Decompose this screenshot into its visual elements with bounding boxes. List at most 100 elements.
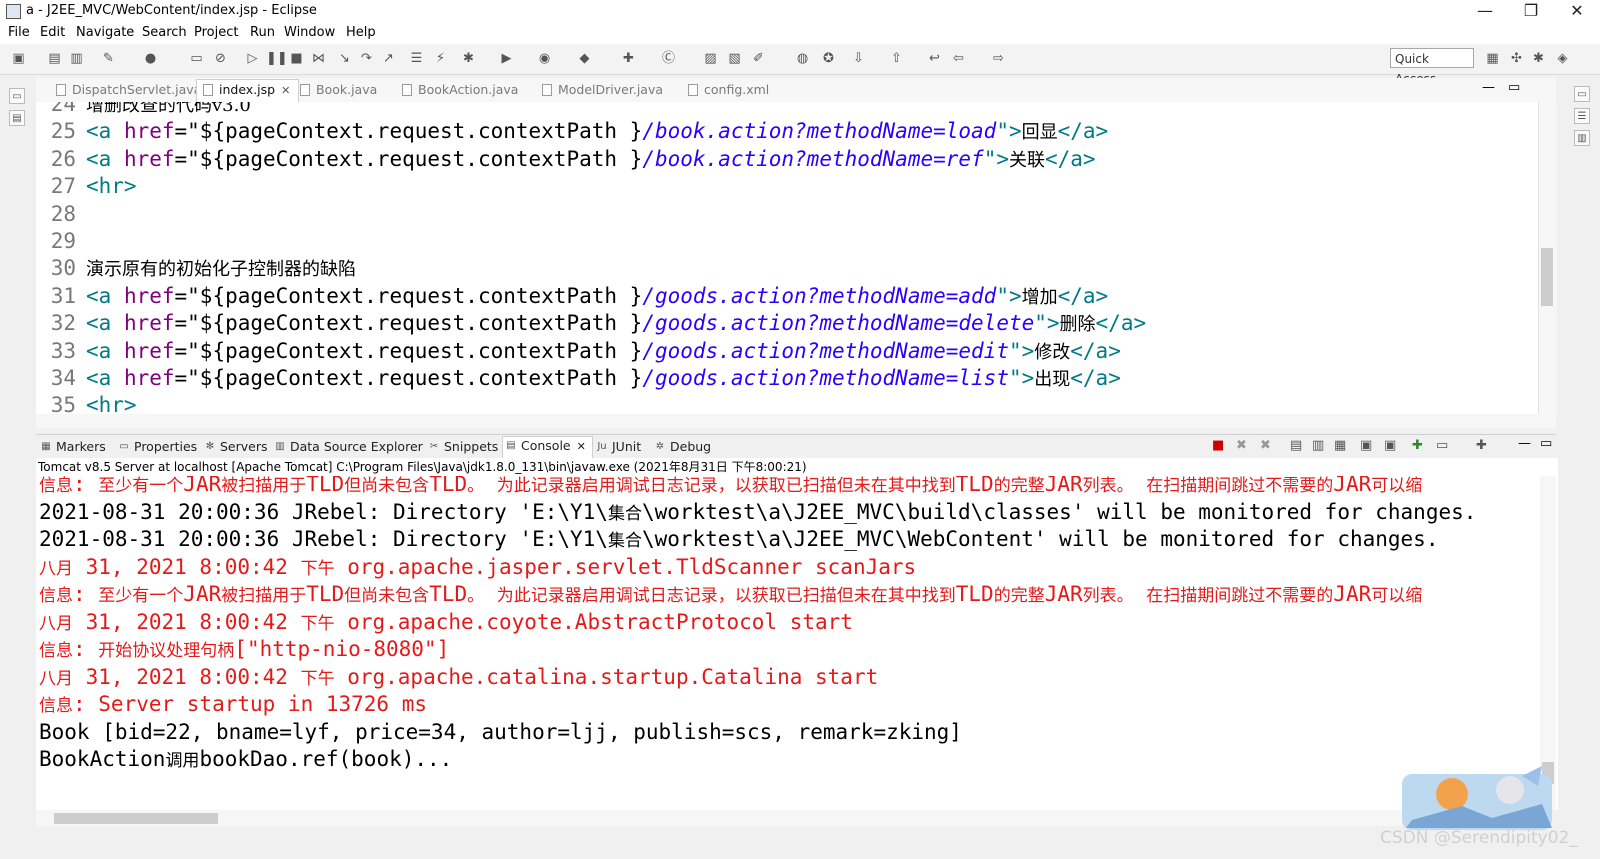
build-icon[interactable]: ✎ [100,50,117,67]
tab-index-jsp[interactable]: index.jsp ✕ [196,79,300,103]
close-tab-icon[interactable]: ✕ [281,84,290,97]
quick-access-input[interactable]: Quick Access [1390,48,1474,86]
task-list-icon[interactable]: ▥ [1574,130,1590,146]
tab-snippets[interactable]: ✂ Snippets [426,438,499,456]
new-server-icon[interactable]: ✚ [620,50,637,67]
tab-servers[interactable]: ✻ Servers [202,438,268,456]
maximize-button[interactable]: ❐ [1508,0,1554,24]
code-line[interactable]: 27 <hr> [36,172,137,200]
code-line[interactable]: 34 <a href="${pageContext.request.context… [36,364,1121,392]
search-tool-icon[interactable]: ✐ [750,50,767,67]
resume-icon[interactable]: ▷ [244,50,261,67]
remove-all-icon[interactable]: ✖ [1260,438,1271,453]
suspend-icon[interactable]: ❚❚ [266,50,288,67]
tab-data-source-explorer[interactable]: ▥ Data Source Explorer [272,438,423,456]
scroll-lock-icon[interactable]: ▥ [1312,438,1324,453]
terminate-icon[interactable]: ■ [288,50,305,67]
prev-annotation-icon[interactable]: ⇧ [888,50,905,67]
remove-launch-icon[interactable]: ✖ [1236,438,1247,453]
display-console-icon[interactable]: ▭ [1436,438,1448,453]
pin-icon[interactable]: ✪ [820,50,837,67]
step-over-icon[interactable]: ↷ [358,50,375,67]
tab-bookaction-java[interactable]: BookAction.java [396,80,526,100]
code-line[interactable]: 33 <a href="${pageContext.request.context… [36,337,1121,365]
forward-icon[interactable]: ⇨ [990,50,1007,67]
jrebel-icon[interactable]: ⚡ [432,50,449,67]
editor-horizontal-scrollbar[interactable] [36,414,1556,428]
code-line[interactable]: 32 <a href="${pageContext.request.context… [36,309,1146,337]
terminate-console-icon[interactable]: ■ [1212,438,1224,453]
view-maximize-icon[interactable]: ▭ [1540,436,1552,451]
open-console-icon[interactable]: ✚ [1476,438,1487,453]
code-line[interactable]: 29 [36,227,86,255]
menu-file[interactable]: File [4,25,34,40]
code-line[interactable]: 31 <a href="${pageContext.request.context… [36,282,1109,310]
editor-scroll-thumb[interactable] [1541,248,1553,306]
restore-right-icon[interactable]: ▭ [1574,86,1590,102]
editor-minimize-icon[interactable]: — [1482,80,1495,95]
external-tools-icon[interactable]: ◆ [576,50,593,67]
terminal-icon[interactable]: ▭ [188,50,205,67]
step-into-icon[interactable]: ↘ [336,50,353,67]
step-return-icon[interactable]: ↗ [380,50,397,67]
run-icon[interactable]: ▶ [498,50,515,67]
menu-navigate[interactable]: Navigate [72,25,138,40]
code-line[interactable]: 25 <a href="${pageContext.request.context… [36,117,1109,145]
skip-breakpoints-icon[interactable]: ⊘ [212,50,229,67]
debug-icon[interactable]: ✱ [460,50,477,67]
console-horizontal-scrollbar[interactable] [36,810,1540,826]
restore-icon[interactable]: ▭ [9,88,25,104]
code-line[interactable]: 35 <hr> [36,391,137,414]
code-line[interactable]: 24 增删改查的代码v3.0 [36,102,251,118]
view-minimize-icon[interactable]: — [1518,436,1531,451]
save-all-icon[interactable]: ▥ [68,50,85,67]
tab-properties[interactable]: ▭ Properties [116,438,197,456]
outline-icon[interactable]: ☰ [1574,108,1590,124]
tab-markers[interactable]: ▦ Markers [38,438,105,456]
console-output[interactable]: 信息: 至少有一个JAR被扫描用于TLD但尚未包含TLD。 为此记录器启用调试日… [36,476,1558,810]
close-button[interactable]: ✕ [1554,0,1600,24]
tab-junit[interactable]: Ju JUnit [594,438,641,456]
code-line[interactable]: 28 [36,200,86,228]
debug-perspective-icon[interactable]: ✱ [1530,50,1547,67]
editor-maximize-icon[interactable]: ▭ [1508,80,1520,95]
tab-book-java[interactable]: Book.java [294,80,385,100]
disconnect-icon[interactable]: ⋈ [310,50,327,67]
java-perspective-icon[interactable]: ◈ [1554,50,1571,67]
next-annotation-icon[interactable]: ⇩ [850,50,867,67]
menu-window[interactable]: Window [280,25,339,40]
open-type-icon[interactable]: ☰ [408,50,425,67]
clear-console-icon[interactable]: ▤ [1290,438,1302,453]
new-class-icon[interactable]: Ⓒ [660,50,677,67]
coverage-icon[interactable]: ◉ [536,50,553,67]
tab-debug[interactable]: ✲ Debug [652,438,711,456]
last-edit-icon[interactable]: ↩ [926,50,943,67]
jee-perspective-icon[interactable]: ✣ [1508,50,1525,67]
back-icon[interactable]: ⇦ [950,50,967,67]
tab-modeldriver-java[interactable]: ModelDriver.java [536,80,671,100]
package-explorer-icon[interactable]: ▤ [9,110,25,126]
code-line[interactable]: 30 演示原有的初始化子控制器的缺陷 [36,254,356,282]
menu-edit[interactable]: Edit [36,25,69,40]
globe-icon[interactable]: ◍ [794,50,811,67]
menu-project[interactable]: Project [190,25,242,40]
code-editor[interactable]: 24 增删改查的代码v3.0 25 <a href="${pageContext.re… [36,102,1538,414]
debug-profile-icon[interactable]: ● [142,50,159,67]
code-line[interactable]: 26 <a href="${pageContext.request.context… [36,145,1096,173]
tab-console[interactable]: ▤ Console ✕ [502,436,593,460]
menu-search[interactable]: Search [138,25,191,40]
tab-config-xml[interactable]: config.xml [682,80,777,100]
open-folder-icon[interactable]: ▨ [702,50,719,67]
show-stdout-icon[interactable]: ▣ [1360,438,1372,453]
pin-console-icon[interactable]: ✚ [1412,438,1423,453]
minimize-button[interactable]: — [1462,0,1508,24]
menu-help[interactable]: Help [342,25,380,40]
new-icon[interactable]: ▣ [10,50,27,67]
console-horizontal-thumb[interactable] [54,813,218,824]
save-icon[interactable]: ▤ [46,50,63,67]
show-stderr-icon[interactable]: ▣ [1384,438,1396,453]
word-wrap-icon[interactable]: ▦ [1334,438,1346,453]
open-file-icon[interactable]: ▧ [726,50,743,67]
menu-run[interactable]: Run [246,25,279,40]
tab-dispatchservlet-java[interactable]: DispatchServlet.java [50,80,209,100]
